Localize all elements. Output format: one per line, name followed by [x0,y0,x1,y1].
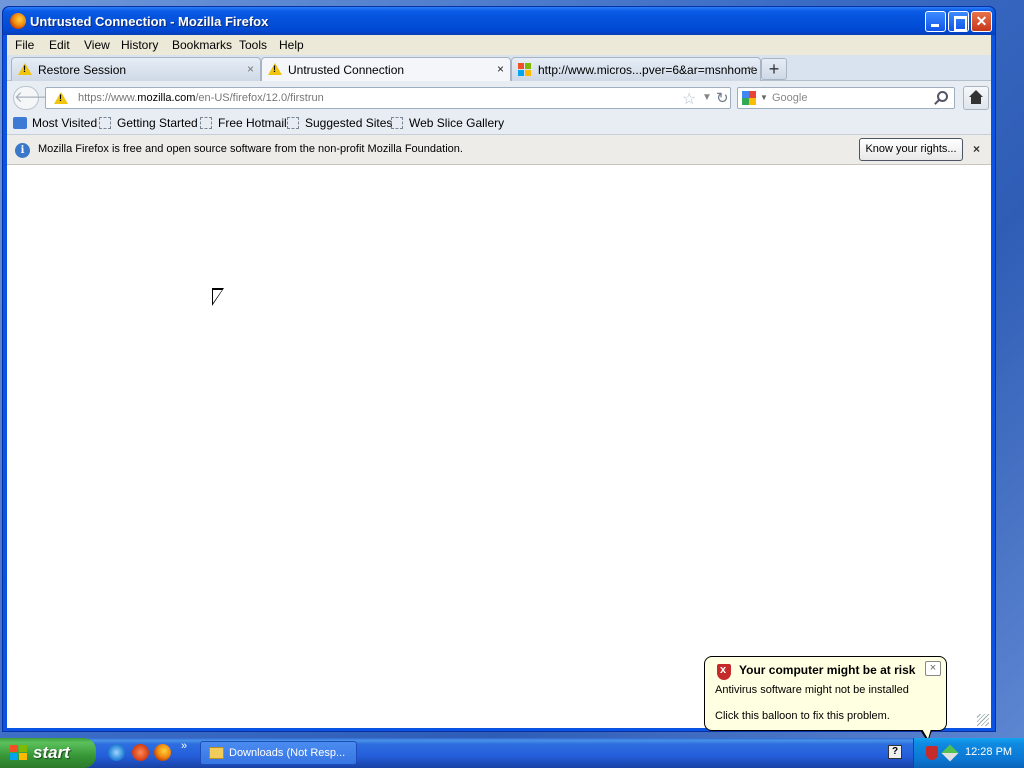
chevron-down-icon[interactable]: ▼ [702,92,712,103]
clock[interactable]: 12:28 PM [965,746,1012,758]
balloon-title: Your computer might be at risk [739,663,916,677]
bookmark-icon [391,117,403,129]
tab-restore-session[interactable]: Restore Session × [11,57,261,81]
url-text[interactable]: https://www.mozilla.com/en-US/firefox/12… [78,92,324,104]
notification-text: Mozilla Firefox is free and open source … [38,143,463,155]
home-button[interactable] [963,86,989,110]
window-title: Untrusted Connection - Mozilla Firefox [30,14,269,29]
bookmark-web-slice-gallery[interactable]: Web Slice Gallery [391,116,504,130]
browser-client: File Edit View History Bookmarks Tools H… [7,35,991,728]
bookmark-star-icon[interactable]: ☆ [682,89,696,109]
bookmark-icon [99,117,111,129]
start-button[interactable]: start [0,738,96,768]
resize-grip[interactable] [977,714,989,726]
navigation-toolbar: 🡐 https://www.mozilla.com/en-US/firefox/… [7,81,991,113]
menu-help[interactable]: Help [279,38,304,52]
tab-microsoft[interactable]: http://www.micros...pver=6&ar=msnhome × [511,57,761,81]
firefox-icon [10,13,26,29]
menu-bookmarks[interactable]: Bookmarks [172,38,232,52]
security-balloon[interactable]: Your computer might be at risk × Antivir… [704,656,947,731]
bookmark-free-hotmail[interactable]: Free Hotmail [200,116,287,130]
mouse-cursor-icon [212,288,224,306]
tab-label: http://www.micros...pver=6&ar=msnhome [538,63,758,77]
folder-icon [209,747,224,759]
close-icon[interactable]: × [973,142,980,156]
maximize-button[interactable] [948,11,969,32]
page-content[interactable] [7,166,991,728]
menu-history[interactable]: History [121,38,158,52]
firefox-window: Untrusted Connection - Mozilla Firefox ✕… [2,6,996,732]
know-your-rights-button[interactable]: Know your rights... [859,138,963,161]
google-icon[interactable] [742,91,756,105]
notification-bar: i Mozilla Firefox is free and open sourc… [7,135,991,165]
network-icon[interactable] [941,744,959,762]
new-tab-button[interactable]: + [761,58,787,80]
search-input[interactable]: Google [772,92,807,104]
microsoft-icon [518,63,532,77]
balloon-message: Antivirus software might not be installe… [715,684,909,696]
title-bar[interactable]: Untrusted Connection - Mozilla Firefox ✕ [3,7,995,35]
balloon-instruction: Click this balloon to fix this problem. [715,710,890,722]
help-icon[interactable]: ? [888,745,902,759]
close-window-button[interactable]: ✕ [971,11,992,32]
firefox-icon[interactable] [154,744,171,761]
search-bar[interactable]: ▼ Google [737,87,955,109]
tab-close-icon[interactable]: × [747,62,754,76]
bookmark-icon [200,117,212,129]
menu-view[interactable]: View [84,38,110,52]
taskbar-item-label: Downloads (Not Resp... [229,747,346,759]
warning-icon[interactable] [54,92,68,104]
system-tray: 12:28 PM [913,738,1024,768]
bookmarks-toolbar: Most Visited Getting Started Free Hotmai… [7,113,991,135]
security-shield-icon [717,664,731,680]
start-label: start [33,743,70,762]
taskbar: start » Downloads (Not Resp... ? 12:28 P… [0,738,1024,768]
bookmark-suggested-sites[interactable]: Suggested Sites [287,116,392,130]
windows-flag-icon [10,745,28,762]
tab-label: Untrusted Connection [288,63,405,77]
most-visited-icon [13,117,27,129]
minimize-button[interactable] [925,11,946,32]
bookmark-icon [287,117,299,129]
search-icon[interactable] [937,91,948,102]
tab-bar: Restore Session × Untrusted Connection ×… [7,55,991,82]
tab-close-icon[interactable]: × [497,62,504,76]
quick-launch-more-icon[interactable]: » [181,740,187,752]
menu-tools[interactable]: Tools [239,38,267,52]
warning-icon [268,63,282,75]
quick-launch-app-icon[interactable] [132,744,149,761]
tab-label: Restore Session [38,63,127,77]
back-button[interactable]: 🡐 [13,86,54,110]
balloon-close-button[interactable]: × [925,661,941,676]
menu-bar: File Edit View History Bookmarks Tools H… [7,35,991,55]
internet-explorer-icon[interactable] [108,744,125,761]
menu-file[interactable]: File [15,38,34,52]
info-icon: i [15,143,30,158]
bookmark-getting-started[interactable]: Getting Started [99,116,198,130]
warning-icon [18,63,32,75]
reload-icon[interactable]: ↻ [716,89,729,107]
menu-edit[interactable]: Edit [49,38,70,52]
chevron-down-icon[interactable]: ▼ [760,93,768,102]
tab-untrusted-connection[interactable]: Untrusted Connection × [261,57,511,82]
security-alert-icon[interactable] [926,746,938,760]
url-bar[interactable]: https://www.mozilla.com/en-US/firefox/12… [45,87,731,109]
tab-close-icon[interactable]: × [247,62,254,76]
bookmark-most-visited[interactable]: Most Visited [13,116,97,130]
taskbar-item-downloads[interactable]: Downloads (Not Resp... [200,741,357,765]
